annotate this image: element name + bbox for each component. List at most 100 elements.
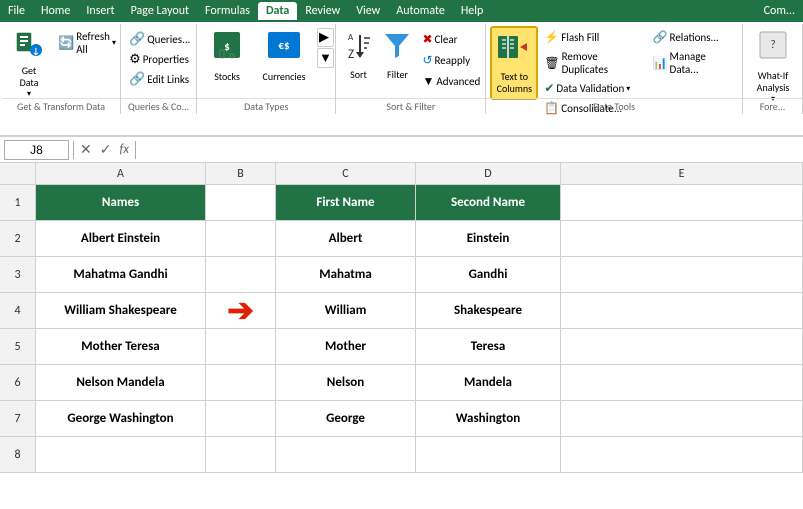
cell-b3[interactable]	[206, 257, 276, 293]
cell-a5[interactable]: Mother Teresa	[36, 329, 206, 365]
cell-reference-box[interactable]	[4, 140, 69, 160]
text-to-columns-button[interactable]: Text toColumns	[490, 26, 538, 100]
cell-a6[interactable]: Nelson Mandela	[36, 365, 206, 401]
sort-label: Sort	[350, 68, 367, 81]
cell-c2[interactable]: Albert	[276, 221, 416, 257]
sort-button[interactable]: A Z Sort	[340, 26, 376, 85]
reapply-button[interactable]: ↺ Reapply	[418, 51, 484, 70]
row-num-6[interactable]: 6	[0, 365, 36, 401]
menu-review[interactable]: Review	[297, 2, 348, 20]
cell-e1[interactable]	[561, 185, 803, 221]
cell-d6[interactable]: Mandela	[416, 365, 561, 401]
cell-d3[interactable]: Gandhi	[416, 257, 561, 293]
cell-b1[interactable]	[206, 185, 276, 221]
menu-insert[interactable]: Insert	[78, 2, 122, 20]
cell-d5[interactable]: Teresa	[416, 329, 561, 365]
currencies-button[interactable]: €$ Currencies	[255, 26, 313, 87]
function-icon[interactable]: fx	[117, 142, 131, 157]
ribbon-group-label-data-types: Data Types	[197, 98, 335, 114]
cell-b5[interactable]	[206, 329, 276, 365]
cell-c3[interactable]: Mahatma	[276, 257, 416, 293]
grid: Names First Name Second Name Albert Eins…	[36, 185, 803, 473]
cell-b6[interactable]	[206, 365, 276, 401]
row-numbers: 1 2 3 4 5 6 7 8	[0, 185, 36, 473]
cell-e8[interactable]	[561, 437, 803, 473]
table-row: Names First Name Second Name	[36, 185, 803, 221]
cell-c8[interactable]	[276, 437, 416, 473]
cell-b4-arrow: ➔	[206, 293, 276, 329]
cell-a1[interactable]: Names	[36, 185, 206, 221]
queries-connections-button[interactable]: 🔗 Queries...	[125, 30, 194, 49]
cell-e6[interactable]	[561, 365, 803, 401]
cell-e5[interactable]	[561, 329, 803, 365]
menu-com[interactable]: Com...	[756, 2, 803, 20]
cancel-icon[interactable]: ✕	[78, 141, 94, 158]
cell-c4[interactable]: William	[276, 293, 416, 329]
row-num-4[interactable]: 4	[0, 293, 36, 329]
cell-d7[interactable]: Washington	[416, 401, 561, 437]
cell-d1[interactable]: Second Name	[416, 185, 561, 221]
col-header-e[interactable]: E	[561, 163, 803, 184]
relationships-button[interactable]: 🔗 Relations...	[649, 28, 738, 47]
row-num-1[interactable]: 1	[0, 185, 36, 221]
properties-button[interactable]: ⚙ Properties	[125, 50, 194, 69]
cell-c5[interactable]: Mother	[276, 329, 416, 365]
cell-a2[interactable]: Albert Einstein	[36, 221, 206, 257]
menu-file[interactable]: File	[0, 2, 33, 20]
menu-data[interactable]: Data	[258, 2, 297, 20]
menu-help[interactable]: Help	[453, 2, 492, 20]
col-header-a[interactable]: A	[36, 163, 206, 184]
row-num-2[interactable]: 2	[0, 221, 36, 257]
menu-formulas[interactable]: Formulas	[197, 2, 258, 20]
advanced-button[interactable]: ▼ Advanced	[418, 72, 484, 91]
filter-button[interactable]: Filter	[378, 26, 416, 85]
formula-bar-divider	[73, 141, 74, 159]
cell-d2[interactable]: Einstein	[416, 221, 561, 257]
what-if-analysis-button[interactable]: ? What-IfAnalysis ▾	[747, 26, 799, 108]
cell-c7[interactable]: George	[276, 401, 416, 437]
cell-e2[interactable]	[561, 221, 803, 257]
manage-data-model-button[interactable]: 📊 Manage Data...	[649, 48, 738, 78]
clear-button[interactable]: ✖ Clear	[418, 30, 484, 49]
ribbon-group-label-sort-filter: Sort & Filter	[336, 98, 485, 114]
formula-bar-divider2	[135, 141, 136, 159]
remove-duplicates-button[interactable]: 🗑 Remove Duplicates	[540, 48, 646, 78]
menu-automate[interactable]: Automate	[388, 2, 453, 20]
col-header-b[interactable]: B	[206, 163, 276, 184]
table-row	[36, 437, 803, 473]
col-header-c[interactable]: C	[276, 163, 416, 184]
col-header-d[interactable]: D	[416, 163, 561, 184]
cell-c6[interactable]: Nelson	[276, 365, 416, 401]
cell-a7[interactable]: George Washington	[36, 401, 206, 437]
row-num-7[interactable]: 7	[0, 401, 36, 437]
cell-c1[interactable]: First Name	[276, 185, 416, 221]
data-validation-button[interactable]: ✔ Data Validation ▾	[540, 79, 646, 98]
flash-fill-button[interactable]: ⚡ Flash Fill	[540, 28, 646, 47]
refresh-all-button[interactable]: 🔄 RefreshAll ▾	[54, 28, 120, 58]
cell-a8[interactable]	[36, 437, 206, 473]
cell-e3[interactable]	[561, 257, 803, 293]
cell-b8[interactable]	[206, 437, 276, 473]
menu-page-layout[interactable]: Page Layout	[123, 2, 197, 20]
edit-links-button[interactable]: 🔗 Edit Links	[125, 70, 194, 89]
cell-d4[interactable]: Shakespeare	[416, 293, 561, 329]
menu-view[interactable]: View	[348, 2, 388, 20]
stocks-button[interactable]: $ Stocks	[203, 26, 251, 87]
cell-a3[interactable]: Mahatma Gandhi	[36, 257, 206, 293]
row-num-8[interactable]: 8	[0, 437, 36, 473]
cell-e7[interactable]	[561, 401, 803, 437]
svg-text:?: ?	[770, 38, 775, 51]
cell-b2[interactable]	[206, 221, 276, 257]
table-row: William Shakespeare ➔ William Shakespear…	[36, 293, 803, 329]
ribbon-group-forecast: ? What-IfAnalysis ▾ Fore...	[743, 24, 803, 114]
cell-d8[interactable]	[416, 437, 561, 473]
get-data-button[interactable]: ↓ GetData ▾	[6, 26, 52, 102]
cell-b7[interactable]	[206, 401, 276, 437]
row-num-3[interactable]: 3	[0, 257, 36, 293]
cell-e4[interactable]	[561, 293, 803, 329]
formula-input[interactable]	[140, 141, 799, 159]
cell-a4[interactable]: William Shakespeare	[36, 293, 206, 329]
row-num-5[interactable]: 5	[0, 329, 36, 365]
menu-home[interactable]: Home	[33, 2, 78, 20]
confirm-icon[interactable]: ✓	[98, 141, 114, 158]
